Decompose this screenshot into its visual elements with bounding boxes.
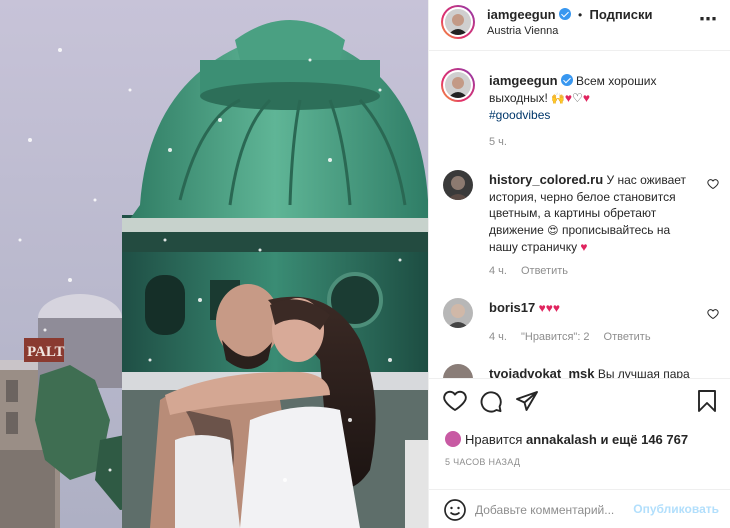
white-heart-icon: ♡: [572, 90, 583, 105]
comment-likes[interactable]: "Нравится": 2: [521, 331, 590, 343]
comment-input[interactable]: [475, 500, 625, 520]
liker-avatar[interactable]: [445, 431, 461, 447]
story-ring[interactable]: [441, 5, 475, 39]
comment-item: history_colored.ru У нас оживает история…: [441, 170, 721, 280]
caption-story-ring[interactable]: [441, 68, 475, 102]
heart-icon[interactable]: [443, 389, 467, 413]
comment-username[interactable]: tvoiadvokat_msk: [489, 366, 595, 378]
liker-username[interactable]: annakalash: [526, 432, 597, 447]
avatar-image: [445, 9, 471, 35]
verified-icon: [560, 74, 573, 86]
hands-emoji-icon: 🙌: [551, 92, 565, 105]
comment-avatar-image: [443, 364, 473, 378]
red-heart-icon: ♥: [545, 301, 553, 315]
comment-text-block: history_colored.ru У нас оживает история…: [489, 172, 701, 256]
post-side-panel: iamgeegun • Подписки Austria Vienna ⋯ ia…: [428, 0, 730, 528]
post-date[interactable]: 5 часов назад: [445, 457, 520, 467]
more-icon[interactable]: ⋯: [699, 9, 717, 30]
action-bar: Нравится annakalash и ещё 146 767 5 часо…: [429, 378, 730, 528]
comment-meta: 4 ч. Ответить: [489, 265, 582, 277]
reply-button[interactable]: Ответить: [604, 331, 651, 343]
comment-avatar[interactable]: [443, 364, 473, 378]
post-modal: PALT iamgeegun • Подписки Austria Vienna…: [0, 0, 730, 528]
comment-avatar-image: [443, 298, 473, 328]
verified-icon: [558, 8, 571, 20]
red-heart-icon: ♥: [580, 240, 588, 254]
publish-button[interactable]: Опубликовать: [633, 502, 719, 516]
avatar: [445, 9, 471, 35]
post-photo[interactable]: PALT: [0, 0, 428, 528]
header-user-line: iamgeegun • Подписки: [487, 7, 652, 22]
red-heart-icon: ♥: [538, 301, 546, 315]
red-heart-icon: ♥: [552, 301, 560, 315]
red-heart-icon: ♥: [582, 90, 590, 105]
comment-time[interactable]: 4 ч.: [489, 331, 507, 343]
emoji-icon[interactable]: [443, 498, 467, 522]
hashtag-link[interactable]: #goodvibes: [489, 108, 550, 122]
caption-avatar: [445, 72, 471, 98]
caption-avatar-image: [445, 72, 471, 98]
smile-emoji-icon: 😍: [547, 224, 559, 237]
comment-composer: Опубликовать: [429, 489, 730, 528]
comment-like-icon[interactable]: [707, 308, 719, 320]
reply-button[interactable]: Ответить: [521, 265, 568, 277]
caption: iamgeegun Всем хороших выходных! 🙌♥♡♥ #g…: [441, 68, 721, 158]
comment-username[interactable]: boris17: [489, 300, 535, 315]
caption-text-block: iamgeegun Всем хороших выходных! 🙌♥♡♥ #g…: [489, 73, 711, 124]
comment-username[interactable]: history_colored.ru: [489, 172, 603, 187]
likes-count[interactable]: и ещё 146 767: [600, 432, 688, 447]
comment-item: boris17 ♥♥♥ 4 ч. "Нравится": 2 Ответить: [441, 298, 721, 348]
comment-icon[interactable]: [479, 389, 503, 413]
photo-illustration: PALT: [0, 0, 428, 528]
caption-username[interactable]: iamgeegun: [489, 73, 558, 88]
comment-text: Вы лучшая пара: [597, 367, 690, 378]
likes-summary: Нравится annakalash и ещё 146 767: [445, 431, 688, 447]
building-sign: PALT: [27, 344, 65, 360]
location-link[interactable]: Austria Vienna: [487, 25, 558, 37]
likes-prefix: Нравится: [465, 432, 523, 447]
following-button[interactable]: Подписки: [590, 7, 653, 22]
red-heart-icon: ♥: [564, 90, 573, 105]
comment-item: tvoiadvokat_msk Вы лучшая пара: [441, 364, 721, 378]
comment-avatar[interactable]: [443, 170, 473, 200]
comment-text-block: boris17 ♥♥♥: [489, 300, 711, 317]
header-username[interactable]: iamgeegun: [487, 7, 556, 22]
comment-meta: 4 ч. "Нравится": 2 Ответить: [489, 331, 665, 343]
post-header: iamgeegun • Подписки Austria Vienna ⋯: [429, 0, 730, 51]
share-icon[interactable]: [515, 389, 539, 413]
header-separator: •: [577, 8, 583, 22]
comment-text-block: tvoiadvokat_msk Вы лучшая пара: [489, 366, 711, 378]
bookmark-icon[interactable]: [695, 389, 719, 413]
caption-time[interactable]: 5 ч.: [489, 136, 507, 148]
comment-avatar[interactable]: [443, 298, 473, 328]
comment-time[interactable]: 4 ч.: [489, 265, 507, 277]
comment-like-icon[interactable]: [707, 178, 719, 190]
comment-avatar-image: [443, 170, 473, 200]
